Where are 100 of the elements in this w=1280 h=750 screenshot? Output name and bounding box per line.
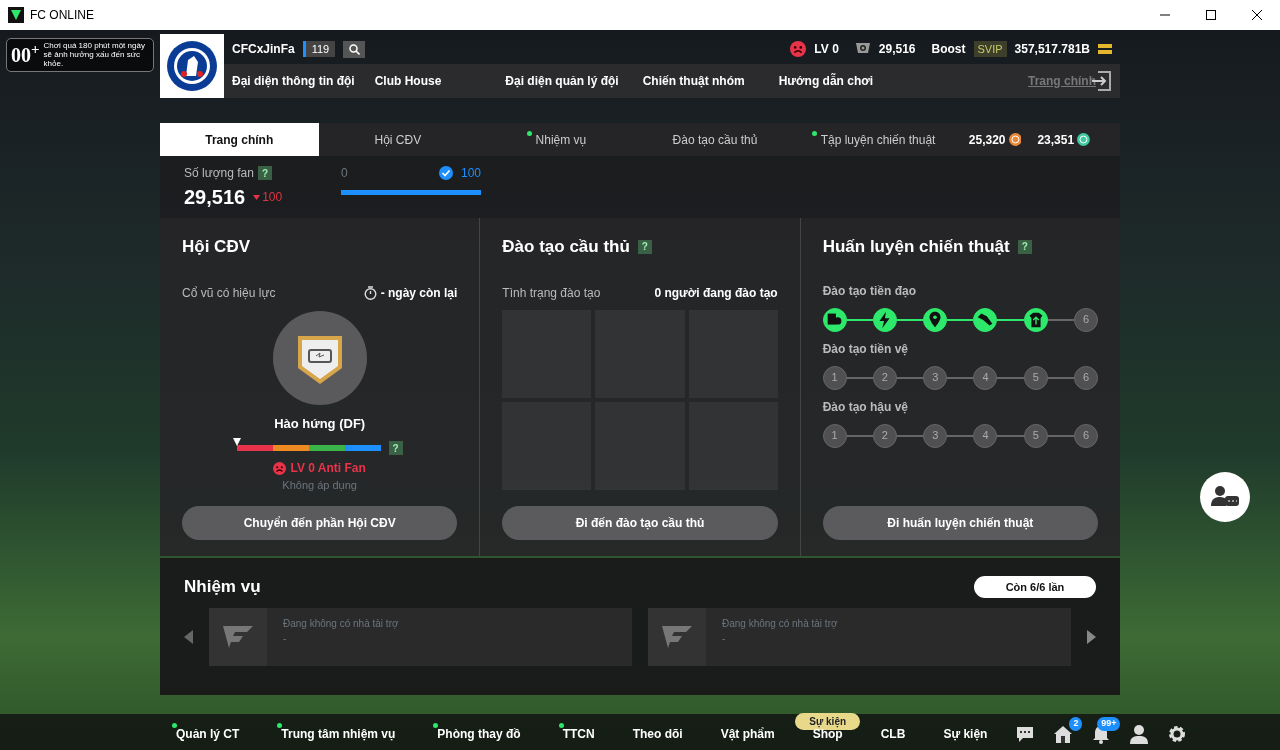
sponsor-detail: -	[283, 631, 288, 646]
track-label: Đào tạo tiền đạo	[822, 282, 917, 300]
notification-count: 2	[1069, 717, 1083, 731]
help-icon[interactable]: ?	[388, 441, 403, 455]
app-logo-icon	[8, 7, 24, 23]
tab[interactable]: Nhiệm vụ	[477, 123, 636, 156]
training-step[interactable]: 4	[973, 423, 998, 448]
progress-start: 0	[341, 165, 349, 182]
bottom-menu-item[interactable]: Sự kiện	[939, 725, 992, 743]
nav-link[interactable]: Đại diện quản lý đội	[505, 72, 619, 90]
fan-total: 29,516	[878, 41, 916, 58]
nav-link[interactable]: Hướng dẫn chơi	[778, 72, 874, 90]
club-crest-icon	[166, 40, 218, 92]
club-level: 119	[302, 40, 336, 58]
left-arrow-icon	[184, 629, 193, 644]
age-rating: 00$^{+}$	[11, 44, 40, 65]
boost-label: Boost	[931, 41, 966, 58]
supporter-rank: LV 0 Anti Fan	[290, 460, 366, 477]
rank-note: Không áp dụng	[281, 478, 358, 493]
settings-icon	[1167, 724, 1188, 744]
training-step[interactable]: 6	[1074, 307, 1098, 332]
close-icon	[1252, 10, 1262, 20]
bottom-menu-item[interactable]: Phòng thay đồ	[433, 725, 525, 743]
track-label: Đào tạo tiền vệ	[822, 340, 909, 358]
bottom-menu-item[interactable]: Quản lý CT	[172, 725, 244, 743]
maximize-icon	[1206, 10, 1216, 20]
training-step[interactable]: 1	[822, 365, 847, 390]
training-step[interactable]	[1023, 307, 1048, 332]
nav-link[interactable]: Chiến thuật nhóm	[642, 72, 745, 90]
profile-icon	[1129, 724, 1150, 744]
fan-change: 100	[262, 189, 283, 206]
training-status-label: Tình trạng đào tạo	[502, 284, 602, 302]
chat-icon	[1015, 724, 1036, 744]
currency-coin-icon	[1008, 133, 1022, 146]
tab[interactable]: Đào tạo cầu thủ	[635, 123, 795, 156]
sponsor-text: Đang không có nhà tài trợ	[722, 616, 838, 631]
tab[interactable]: Hội CĐV	[318, 123, 478, 156]
help-icon[interactable]: ?	[257, 166, 272, 180]
toolbar-button[interactable]	[1015, 724, 1036, 744]
currency-coin-icon	[1077, 133, 1090, 146]
toolbar-button[interactable]	[1129, 724, 1150, 744]
toolbar-button[interactable]	[1053, 724, 1074, 744]
action-button[interactable]: Đi huấn luyện chiến thuật	[822, 506, 1098, 540]
training-status: 0 người đang đào tạo	[654, 284, 778, 302]
coin-balance: 357,517.781B	[1014, 41, 1090, 58]
event-tag: Sự kiện	[795, 713, 861, 730]
sad-face-icon	[273, 461, 287, 475]
manager-level: LV 0	[814, 41, 839, 58]
tab[interactable]: Trang chính	[160, 123, 319, 156]
mood-label: Hào hứng (DF)	[273, 414, 367, 433]
contact-button[interactable]	[1200, 472, 1250, 522]
coin-stack-icon	[1098, 43, 1112, 55]
bottom-menu-item[interactable]: TTCN	[558, 725, 599, 743]
search-button[interactable]	[343, 40, 366, 58]
section-title: Nhiệm vụ	[184, 576, 262, 598]
cheer-label: Cổ vũ có hiệu lực	[182, 284, 277, 302]
nav-link[interactable]: Đại diện thông tin đội	[232, 72, 355, 90]
days-left: - ngày còn lại	[380, 284, 458, 302]
training-step[interactable]: 2	[872, 365, 897, 390]
check-icon	[438, 166, 453, 180]
training-step[interactable]: 3	[923, 365, 948, 390]
bottom-menu-item[interactable]: Theo dõi	[628, 725, 687, 743]
track-label: Đào tạo hậu vệ	[822, 398, 909, 416]
training-step[interactable]: 6	[1074, 365, 1098, 390]
help-icon[interactable]: ?	[637, 239, 652, 254]
nav-link[interactable]: Club House	[374, 72, 442, 90]
training-step[interactable]	[822, 307, 847, 332]
sponsor-detail: -	[722, 631, 727, 646]
fan-count-label: Số lượng fan	[184, 165, 254, 182]
panel-title: Huấn luyện chiến thuật	[822, 236, 1010, 258]
help-icon[interactable]: ?	[1017, 239, 1032, 254]
home-icon	[1053, 724, 1074, 744]
training-step[interactable]: 5	[1023, 423, 1048, 448]
training-step[interactable]: 6	[1074, 423, 1098, 448]
training-step[interactable]	[872, 307, 897, 332]
timer-icon	[363, 285, 377, 300]
right-arrow-icon	[1087, 629, 1096, 644]
training-step[interactable]: 4	[973, 365, 998, 390]
training-step[interactable]: 3	[923, 423, 948, 448]
sad-face-icon	[790, 41, 807, 57]
club-name: CFCxJinFa	[232, 41, 295, 58]
health-warning: Chơi quá 180 phút một ngày sẽ ảnh hưởng xấu đến sức khỏe.	[43, 41, 146, 69]
vip-badge: SVIP	[973, 40, 1007, 58]
bottom-menu-item[interactable]: CLB	[876, 725, 910, 743]
search-icon	[348, 43, 360, 55]
training-step[interactable]: 5	[1023, 365, 1048, 390]
training-step[interactable]	[923, 307, 948, 332]
tab[interactable]: Tập luyện chiến thuật	[794, 123, 953, 156]
toolbar-button[interactable]	[1167, 724, 1188, 744]
training-step[interactable]: 1	[822, 423, 847, 448]
training-step[interactable]: 2	[872, 423, 897, 448]
bottom-menu-item[interactable]: Trung tâm nhiệm vụ	[277, 725, 400, 743]
progress-end: 100	[460, 165, 481, 182]
action-button[interactable]: Chuyển đến phần Hội CĐV	[182, 506, 458, 540]
remaining-counter[interactable]: Còn 6/6 lần	[974, 575, 1096, 598]
sponsor-text: Đang không có nhà tài trợ	[283, 616, 399, 631]
training-step[interactable]	[973, 307, 998, 332]
bottom-menu-item[interactable]: Vật phẩm	[716, 725, 779, 743]
currency-amount: 25,320	[968, 131, 1006, 149]
action-button[interactable]: Đi đến đào tạo cầu thủ	[502, 506, 778, 540]
